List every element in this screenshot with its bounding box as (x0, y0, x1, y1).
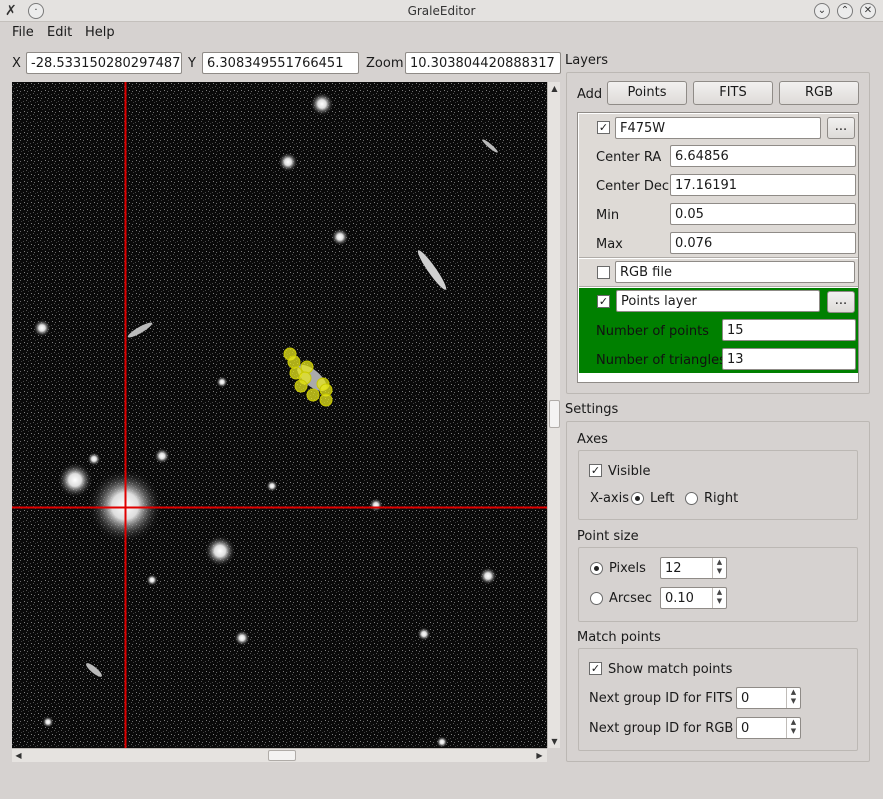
add-points-button[interactable]: Points (607, 81, 687, 105)
fits-image (12, 82, 547, 748)
menu-help[interactable]: Help (85, 25, 115, 40)
zoom-label: Zoom (366, 56, 404, 71)
menu-edit[interactable]: Edit (47, 25, 72, 40)
fits-spin-arrows-icon[interactable]: ▲ ▼ (786, 688, 800, 708)
horizontal-scroll-thumb[interactable] (268, 750, 296, 761)
num-points-label: Number of points (596, 324, 709, 339)
pixels-spin-arrows-icon[interactable]: ▲ ▼ (712, 558, 726, 578)
axes-group (578, 450, 858, 520)
axes-visible-checkbox[interactable]: ✓ (589, 464, 602, 477)
maximize-icon[interactable]: ⌃ (837, 3, 853, 19)
rgb-layer-name-field[interactable]: RGB file (615, 261, 855, 283)
add-rgb-button[interactable]: RGB (779, 81, 859, 105)
add-fits-button[interactable]: FITS (693, 81, 773, 105)
rgb-layer-checkbox[interactable] (597, 266, 610, 279)
xaxis-left-label: Left (650, 491, 675, 506)
fits-layer-name-field[interactable]: F475W (615, 117, 821, 139)
arcsec-value: 0.10 (665, 591, 694, 606)
center-ra-label: Center RA (596, 150, 662, 165)
pixels-value: 12 (665, 561, 682, 576)
vertical-scroll-thumb[interactable] (549, 400, 560, 428)
max-field[interactable]: 0.076 (670, 232, 856, 254)
arcsec-label: Arcsec (609, 591, 653, 606)
rgb-spin-arrows-icon[interactable]: ▲ ▼ (786, 718, 800, 738)
window-title: GraleEditor (407, 4, 476, 18)
pixels-spinbox[interactable]: 12 ▲ ▼ (660, 557, 727, 579)
xaxis-label: X-axis (590, 491, 629, 506)
close-icon[interactable]: ✕ (860, 3, 876, 19)
xaxis-right-label: Right (704, 491, 739, 506)
fits-layer-checkbox[interactable]: ✓ (597, 121, 610, 134)
scroll-down-icon[interactable]: ▼ (548, 735, 561, 748)
point-size-title: Point size (577, 529, 639, 544)
layer-list: ✓ F475W ... Center RA 6.64856 Center Dec… (577, 112, 859, 383)
points-layer-item[interactable]: ✓ Points layer ... Number of points 15 N… (579, 288, 858, 373)
next-group-rgb-spinbox[interactable]: 0 ▲ ▼ (736, 717, 801, 739)
points-layer-checkbox[interactable]: ✓ (597, 295, 610, 308)
next-group-rgb-value: 0 (741, 721, 750, 736)
max-label: Max (596, 237, 623, 252)
points-layer-browse-button[interactable]: ... (827, 291, 855, 313)
title-bar: ✗ · GraleEditor ⌄ ⌃ ✕ (0, 0, 883, 22)
fits-layer-item[interactable]: ✓ F475W ... Center RA 6.64856 Center Dec… (579, 114, 858, 258)
next-group-fits-value: 0 (741, 691, 750, 706)
min-field[interactable]: 0.05 (670, 203, 856, 225)
points-layer-name-field[interactable]: Points layer (616, 290, 820, 312)
center-ra-field[interactable]: 6.64856 (670, 145, 856, 167)
menu-file[interactable]: File (12, 25, 34, 40)
x-label: X (12, 56, 21, 71)
y-label: Y (188, 56, 196, 71)
vertical-scrollbar[interactable]: ▲ ▼ (547, 82, 560, 748)
center-dec-field[interactable]: 17.16191 (670, 174, 856, 196)
show-match-points-label: Show match points (608, 662, 733, 677)
image-view[interactable] (12, 82, 547, 748)
layers-title: Layers (565, 53, 609, 68)
match-points-title: Match points (577, 630, 661, 645)
axes-visible-label: Visible (608, 464, 651, 479)
num-triangles-field[interactable]: 13 (722, 348, 856, 370)
y-coordinate-field[interactable]: 6.308349551766451 (202, 52, 359, 74)
arcsec-radio[interactable] (590, 592, 603, 605)
show-match-points-checkbox[interactable]: ✓ (589, 662, 602, 675)
arcsec-spinbox[interactable]: 0.10 ▲ ▼ (660, 587, 727, 609)
pixels-radio[interactable] (590, 562, 603, 575)
num-triangles-label: Number of triangles (596, 353, 726, 368)
center-dec-label: Center Dec (596, 179, 670, 194)
x-coordinate-field[interactable]: -28.533150280297487 (26, 52, 182, 74)
zoom-field[interactable]: 10.303804420888317 (405, 52, 561, 74)
minimize-icon[interactable]: ⌄ (814, 3, 830, 19)
arcsec-spin-arrows-icon[interactable]: ▲ ▼ (712, 588, 726, 608)
next-group-fits-spinbox[interactable]: 0 ▲ ▼ (736, 687, 801, 709)
scroll-right-icon[interactable]: ▶ (533, 749, 546, 762)
num-points-field[interactable]: 15 (722, 319, 856, 341)
scroll-left-icon[interactable]: ◀ (12, 749, 25, 762)
pixels-label: Pixels (609, 561, 646, 576)
next-group-fits-label: Next group ID for FITS (589, 691, 733, 706)
axes-title: Axes (577, 432, 608, 447)
fits-layer-browse-button[interactable]: ... (827, 117, 855, 139)
horizontal-scrollbar[interactable]: ◀ ▶ (12, 748, 547, 762)
rgb-layer-item[interactable]: RGB file (579, 259, 858, 287)
next-group-rgb-label: Next group ID for RGB (589, 721, 734, 736)
add-label: Add (577, 87, 603, 102)
xaxis-left-radio[interactable] (631, 492, 644, 505)
scroll-up-icon[interactable]: ▲ (548, 82, 561, 95)
xaxis-right-radio[interactable] (685, 492, 698, 505)
settings-title: Settings (565, 402, 619, 417)
min-label: Min (596, 208, 620, 223)
